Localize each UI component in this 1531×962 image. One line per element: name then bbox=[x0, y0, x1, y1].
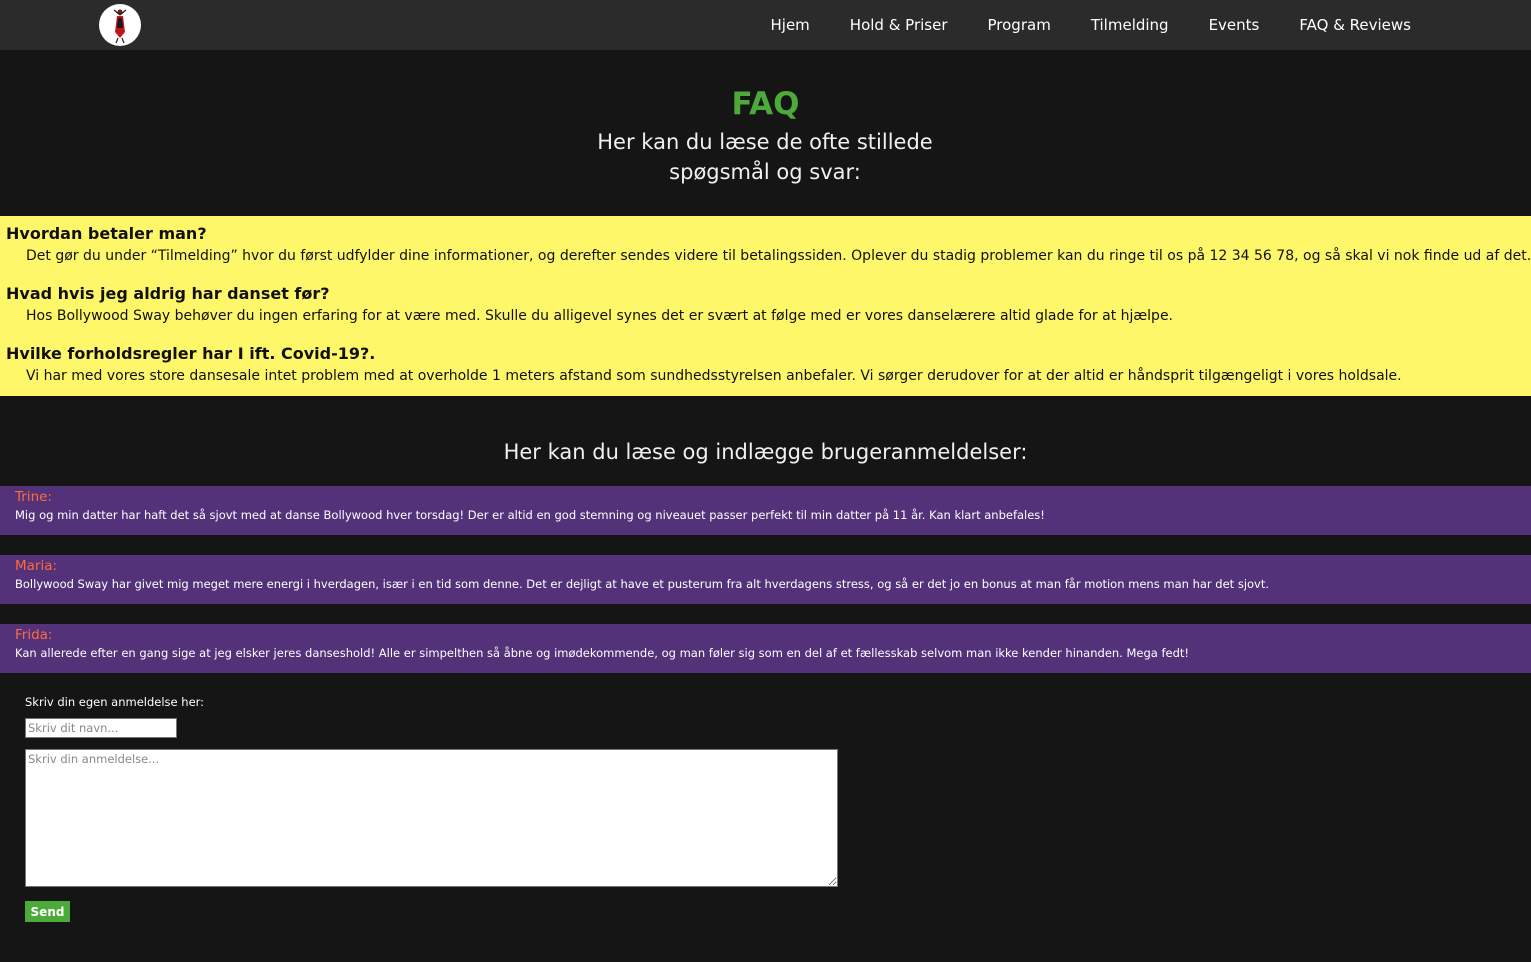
nav-link-program[interactable]: Program bbox=[988, 16, 1051, 34]
review-author: Maria: bbox=[15, 558, 58, 574]
faq-question: Hvordan betaler man? bbox=[6, 224, 207, 243]
dancer-logo-icon[interactable] bbox=[99, 4, 141, 46]
faq-title: FAQ bbox=[731, 86, 800, 122]
nav-menu: Hjem Hold & Priser Program Tilmelding Ev… bbox=[731, 0, 1412, 50]
send-button[interactable]: Send bbox=[25, 901, 70, 922]
review-textarea[interactable] bbox=[25, 749, 838, 887]
reviews-heading: Her kan du læse og indlægge brugeranmeld… bbox=[503, 440, 1028, 464]
faq-section: Hvordan betaler man? Det gør du under “T… bbox=[0, 216, 1531, 396]
faq-intro: Her kan du læse de ofte stillede spøgsmå… bbox=[597, 130, 933, 184]
nav-link-hold-priser[interactable]: Hold & Priser bbox=[850, 16, 948, 34]
review-card: Frida: Kan allerede efter en gang sige a… bbox=[0, 624, 1531, 673]
nav-link-events[interactable]: Events bbox=[1209, 16, 1260, 34]
faq-answer: Hos Bollywood Sway behøver du ingen erfa… bbox=[26, 308, 1174, 324]
faq-question: Hvad hvis jeg aldrig har danset før? bbox=[6, 284, 330, 303]
review-text: Mig og min datter har haft det så sjovt … bbox=[15, 508, 1045, 522]
faq-question: Hvilke forholdsregler har I ift. Covid-1… bbox=[6, 344, 376, 363]
nav-link-hjem[interactable]: Hjem bbox=[771, 16, 810, 34]
review-form-label: Skriv din egen anmeldelse her: bbox=[25, 695, 205, 709]
faq-answer: Vi har med vores store dansesale intet p… bbox=[26, 368, 1402, 384]
faq-item: Hvad hvis jeg aldrig har danset før? Hos… bbox=[6, 284, 1531, 326]
nav-link-faq-reviews[interactable]: FAQ & Reviews bbox=[1299, 16, 1411, 34]
name-input[interactable] bbox=[25, 718, 177, 738]
review-text: Kan allerede efter en gang sige at jeg e… bbox=[15, 646, 1190, 660]
review-author: Trine: bbox=[15, 489, 52, 505]
review-card: Maria: Bollywood Sway har givet mig mege… bbox=[0, 555, 1531, 604]
top-navbar: Hjem Hold & Priser Program Tilmelding Ev… bbox=[0, 0, 1531, 50]
review-card: Trine: Mig og min datter har haft det så… bbox=[0, 486, 1531, 535]
nav-link-tilmelding[interactable]: Tilmelding bbox=[1091, 16, 1169, 34]
faq-item: Hvordan betaler man? Det gør du under “T… bbox=[6, 224, 1531, 266]
faq-item: Hvilke forholdsregler har I ift. Covid-1… bbox=[6, 344, 1531, 386]
review-text: Bollywood Sway har givet mig meget mere … bbox=[15, 577, 1270, 591]
faq-answer: Det gør du under “Tilmelding” hvor du fø… bbox=[26, 248, 1531, 264]
review-author: Frida: bbox=[15, 627, 53, 643]
